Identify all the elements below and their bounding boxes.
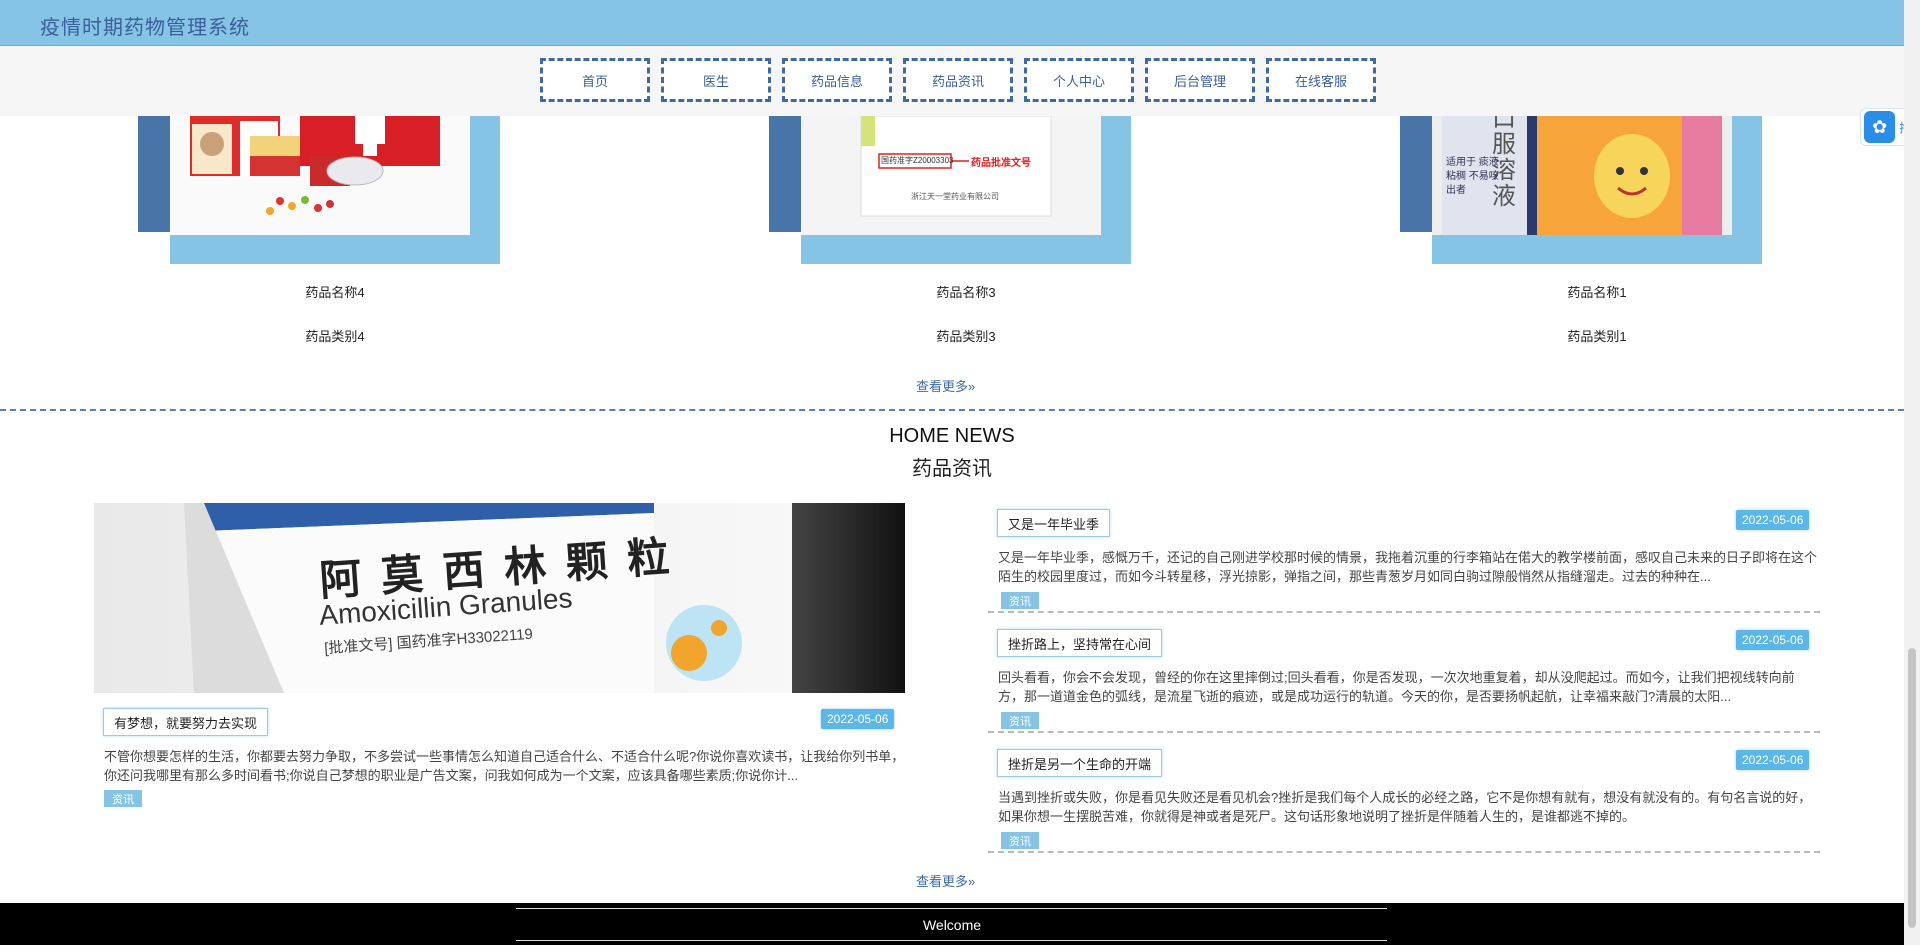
oral-solution-box-image[interactable]: 口服溶液 适用于 痰液粘稠 不易咳出者: [1432, 116, 1732, 235]
product-category: 药品类别3: [936, 329, 996, 344]
card-accent: [138, 116, 170, 232]
news-item-title[interactable]: 又是一年毕业季: [997, 509, 1111, 537]
news-item-text: 又是一年毕业季，感慨万千，还记的自己刚进学校那时候的情景，我拖着沉重的行李箱站在…: [998, 550, 1818, 584]
news-item-title[interactable]: 挫折路上，坚持常在心间: [997, 629, 1163, 657]
product-name[interactable]: 药品名称3: [766, 282, 1166, 301]
news-item-tag[interactable]: 资讯: [1001, 592, 1039, 609]
oral-solution-small-text: 适用于 痰液粘稠 不易咳出者: [1446, 157, 1499, 196]
footer-welcome-text: Welcome: [922, 917, 982, 933]
news-item-date: 2022-05-06: [1736, 750, 1810, 770]
news-item-title[interactable]: 挫折是另一个生命的开端: [997, 749, 1163, 777]
footer-top-line: [516, 908, 1387, 909]
product-name[interactable]: 药品名称1: [1397, 282, 1797, 301]
medicine-boxes-image[interactable]: [170, 116, 470, 235]
news-section-title-en: HOME NEWS: [889, 425, 1015, 447]
product-card[interactable]: 药品名称4 药品类别4: [138, 116, 508, 356]
header-bar: 疫情时期药物管理系统: [0, 0, 1904, 46]
product-card[interactable]: 口服溶液 适用于 痰液粘稠 不易咳出者 药品名称1 药品类别1: [1400, 116, 1770, 356]
product-category: 药品类别4: [305, 329, 365, 344]
nav-item-home[interactable]: 首页: [540, 58, 650, 102]
featured-news-text: 不管你想要怎样的生活，你都要去努力争取，不多尝试一些事情怎么知道自己适合什么、不…: [104, 749, 905, 783]
news-item-divider: [988, 611, 1820, 613]
double-chevron-right-icon: »: [968, 379, 976, 394]
cluster-icon: ✿: [1864, 111, 1896, 143]
featured-news-date: 2022-05-06: [821, 709, 895, 729]
nav-item-admin[interactable]: 后台管理: [1145, 58, 1255, 102]
product-name[interactable]: 药品名称4: [135, 282, 535, 301]
products-more-link[interactable]: 查看更多»: [916, 376, 975, 395]
more-label: 查看更多: [916, 874, 969, 889]
product-card[interactable]: 国药准字Z20003303 药品批准文号 浙江天一堂药业有限公司 药品名称3 药…: [769, 116, 1139, 356]
news-more-link[interactable]: 查看更多»: [916, 871, 975, 890]
featured-news-title[interactable]: 有梦想，就要努力去实现: [103, 708, 269, 736]
nav-item-online-service[interactable]: 在线客服: [1266, 58, 1376, 102]
news-item-divider: [988, 731, 1820, 733]
card-accent: [769, 116, 801, 232]
featured-news-image[interactable]: 阿 莫 西 林 颗 粒 Amoxicillin Granules [批准文号] …: [94, 503, 905, 693]
page-scrollbar[interactable]: [1904, 0, 1920, 945]
footer: Welcome: [0, 903, 1904, 945]
approval-number-text: 国药准字Z20003303: [881, 156, 954, 165]
nav-bar: 首页 医生 药品信息 药品资讯 个人中心 后台管理 在线客服: [0, 46, 1904, 116]
more-label: 查看更多: [916, 379, 969, 394]
product-category: 药品类别1: [1567, 329, 1627, 344]
news-item-tag[interactable]: 资讯: [1001, 832, 1039, 849]
footer-bottom-line: [516, 940, 1387, 941]
news-item-date: 2022-05-06: [1736, 630, 1810, 650]
news-section-title-cn: 药品资讯: [912, 458, 992, 480]
maker-text: 浙江天一堂药业有限公司: [911, 192, 999, 201]
scrollbar-thumb[interactable]: [1908, 648, 1916, 928]
nav-list: 首页 医生 药品信息 药品资讯 个人中心 后台管理 在线客服: [540, 58, 1376, 102]
nav-item-drug-news[interactable]: 药品资讯: [903, 58, 1013, 102]
card-accent: [1400, 116, 1432, 232]
section-divider: [0, 409, 1904, 411]
site-title[interactable]: 疫情时期药物管理系统: [40, 11, 250, 40]
news-item-text: 回头看看，你会不会发现，曾经的你在这里摔倒过;回头看看，你是否发现，一次次地重复…: [998, 670, 1795, 704]
news-item-date: 2022-05-06: [1736, 510, 1810, 530]
news-item-tag[interactable]: 资讯: [1001, 712, 1039, 729]
news-item-text: 当遇到挫折或失败，你是看见失败还是看见机会?挫折是我们每个人成长的必经之路，它不…: [998, 790, 1812, 824]
news-item-divider: [988, 851, 1820, 853]
nav-item-doctor[interactable]: 医生: [661, 58, 771, 102]
nav-item-drug-info[interactable]: 药品信息: [782, 58, 892, 102]
granules-box-image[interactable]: 国药准字Z20003303 药品批准文号 浙江天一堂药业有限公司: [801, 116, 1101, 235]
nav-item-personal-center[interactable]: 个人中心: [1024, 58, 1134, 102]
featured-news-tag[interactable]: 资讯: [104, 790, 142, 807]
approval-label-text: 药品批准文号: [971, 158, 1031, 169]
double-chevron-right-icon: »: [968, 874, 976, 889]
